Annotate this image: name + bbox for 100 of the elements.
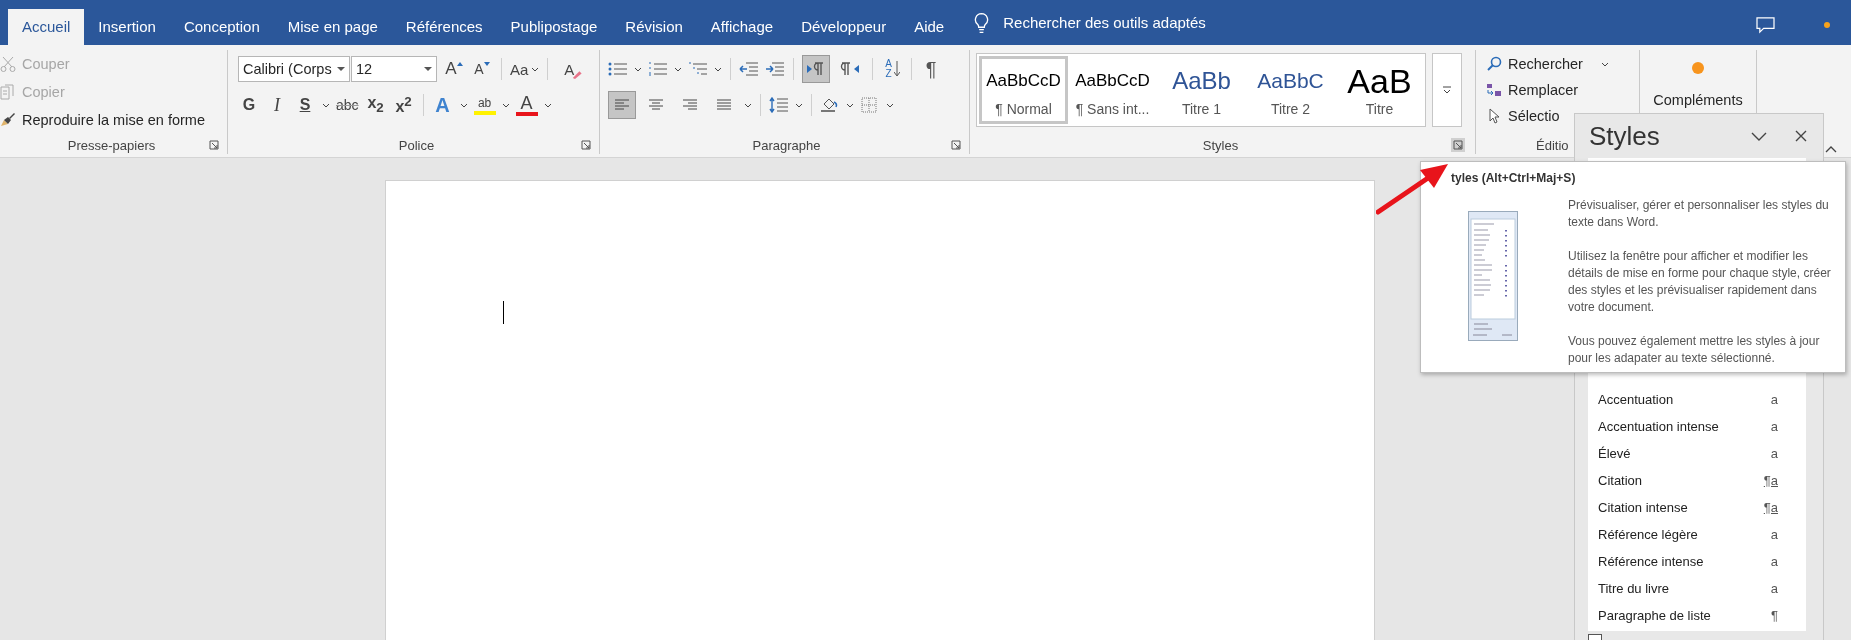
line-spacing-icon[interactable] (769, 97, 789, 113)
ribbon-tab[interactable]: Aide (900, 9, 959, 45)
paintbrush-icon (0, 112, 16, 128)
caret-icon[interactable] (744, 102, 752, 108)
paint-bucket-icon[interactable] (820, 97, 840, 113)
style-list-item[interactable]: Accentuation intense a (1588, 413, 1806, 440)
caret-icon[interactable] (674, 66, 682, 72)
style-type-marker: ¶ (1771, 608, 1778, 623)
style-list-item[interactable]: Titre du livre a (1588, 575, 1806, 602)
clear-formatting-button[interactable]: A (556, 56, 583, 82)
select-button[interactable]: Sélectio (1486, 104, 1560, 128)
caret-icon[interactable] (846, 102, 854, 108)
tooltip-text: Utilisez la fenêtre pour afficher et modifier les détails de mise en forme pour chaque style, créer des styles et les prévisualiser rapidement dans votre document. (1568, 248, 1832, 316)
style-list-item[interactable]: Citation ¶a (1588, 467, 1806, 494)
grow-font-button[interactable]: A (443, 56, 465, 82)
tooltip-title: tyles (Alt+Ctrl+Maj+S) (1451, 171, 1577, 185)
style-type-marker: a (1770, 446, 1778, 461)
caret-icon[interactable] (634, 66, 642, 72)
pane-title: Styles (1589, 120, 1661, 152)
bold-button[interactable]: G (238, 92, 260, 118)
caret-icon[interactable] (501, 102, 510, 108)
caret-icon (531, 66, 540, 72)
dropdown-icon (337, 67, 345, 71)
align-center-icon (648, 99, 664, 111)
font-name-field[interactable]: Calibri (Corps (238, 56, 350, 82)
tooltip-text: Vous pouvez également mettre les styles à jour pour les adapater au texte sélectionné. (1568, 333, 1821, 367)
group-label: Police (397, 137, 436, 153)
ribbon-tab[interactable]: Conception (169, 9, 274, 45)
find-button[interactable]: Rechercher (1486, 52, 1609, 76)
style-type-marker: a (1770, 527, 1778, 542)
ribbon-tab[interactable]: Mise en page (273, 9, 392, 45)
font-size-field[interactable]: 12 (351, 56, 437, 82)
ribbon-tab[interactable]: Insertion (84, 9, 170, 45)
change-case-button[interactable]: Aa (510, 56, 540, 82)
add-ins-button[interactable]: Compléments (1653, 50, 1743, 108)
ribbon-tab[interactable]: Révision (611, 9, 697, 45)
style-list-item[interactable]: Paragraphe de liste ¶ (1588, 602, 1806, 629)
font-color-button[interactable]: A (515, 94, 538, 116)
italic-button[interactable]: I (266, 92, 288, 118)
style-list-item[interactable]: Élevé a (1588, 440, 1806, 467)
style-gallery-item[interactable]: AaBbC Titre 2 (1246, 56, 1335, 124)
multilevel-list-icon[interactable] (688, 61, 708, 77)
group-label: Styles (1201, 137, 1240, 153)
style-type-marker: a (1770, 581, 1778, 596)
caret-icon[interactable] (459, 102, 468, 108)
text-cursor (503, 301, 504, 324)
comment-icon[interactable] (1756, 17, 1775, 34)
group-label: Presse-papiers (66, 137, 157, 153)
chevron-down-icon[interactable] (1751, 131, 1767, 141)
style-list-item[interactable]: Référence intense a (1588, 548, 1806, 575)
dialog-launcher-icon[interactable] (209, 140, 219, 150)
style-gallery-item[interactable]: AaBbCcD ¶ Sans int... (1068, 56, 1157, 124)
collapse-ribbon-icon[interactable] (1825, 146, 1837, 153)
style-list-item[interactable]: Accentuation a (1588, 386, 1806, 413)
style-type-marker: ¶a (1763, 473, 1778, 488)
align-justify-icon (716, 99, 732, 111)
style-type-marker: a (1770, 419, 1778, 434)
shrink-font-button[interactable]: A (471, 56, 493, 82)
tooltip-text: Prévisualiser, gérer et personnaliser les styles du texte dans Word. (1568, 197, 1830, 231)
ribbon-tab[interactable]: Publipostage (496, 9, 612, 45)
ribbon-tab[interactable]: Développeur (787, 9, 901, 45)
ribbon-tab[interactable]: Références (391, 9, 497, 45)
tell-me-search[interactable]: Rechercher des outils adaptés (1003, 14, 1206, 31)
sort-button[interactable]: AZ (881, 56, 903, 82)
caret-icon[interactable] (795, 102, 803, 108)
style-gallery-item[interactable]: AaB Titre (1335, 56, 1424, 124)
painter-button[interactable]: Reproduire la mise en forme (0, 108, 205, 132)
style-gallery-item[interactable]: AaBb Titre 1 (1157, 56, 1246, 124)
group-label: Paragraphe (751, 137, 822, 153)
style-type-marker: a (1770, 392, 1778, 407)
ribbon-tab[interactable]: Accueil (8, 9, 85, 45)
caret-icon[interactable] (543, 102, 552, 108)
decrease-indent-icon[interactable] (739, 61, 759, 77)
caret-icon[interactable] (886, 102, 894, 108)
text-effects-button[interactable]: A (431, 92, 454, 118)
align-right-icon (682, 99, 698, 111)
down-arrow-icon (893, 61, 900, 77)
highlight-button[interactable]: ab (473, 95, 496, 115)
search-icon (1486, 56, 1502, 72)
sup-button[interactable]: x$^{2}$ (392, 92, 415, 118)
show-marks-button[interactable]: ¶ (920, 56, 942, 82)
sub-button[interactable]: x$_{2}$ (364, 92, 387, 118)
dialog-launcher-icon[interactable] (1451, 138, 1465, 152)
replace-button[interactable]: Remplacer (1486, 78, 1579, 102)
left-to-right-button[interactable] (802, 55, 830, 83)
style-list-item[interactable]: Référence légère a (1588, 521, 1806, 548)
close-icon[interactable] (1795, 130, 1807, 142)
caret-icon (1600, 61, 1609, 67)
dialog-launcher-icon[interactable] (581, 140, 591, 150)
style-list-item[interactable]: Citation intense ¶a (1588, 494, 1806, 521)
caret-icon[interactable] (322, 102, 330, 108)
style-gallery-item[interactable]: AaBbCcD ¶ Normal (979, 56, 1068, 124)
ribbon-tab[interactable]: Affichage (696, 9, 788, 45)
underline-button[interactable]: S (294, 92, 316, 118)
caret-icon[interactable] (714, 66, 722, 72)
increase-indent-icon[interactable] (765, 61, 785, 77)
dropdown-icon (424, 67, 432, 71)
dialog-launcher-icon[interactable] (951, 140, 961, 150)
pointer-arrow (1376, 164, 1448, 215)
bullet-list-icon[interactable] (608, 61, 628, 77)
